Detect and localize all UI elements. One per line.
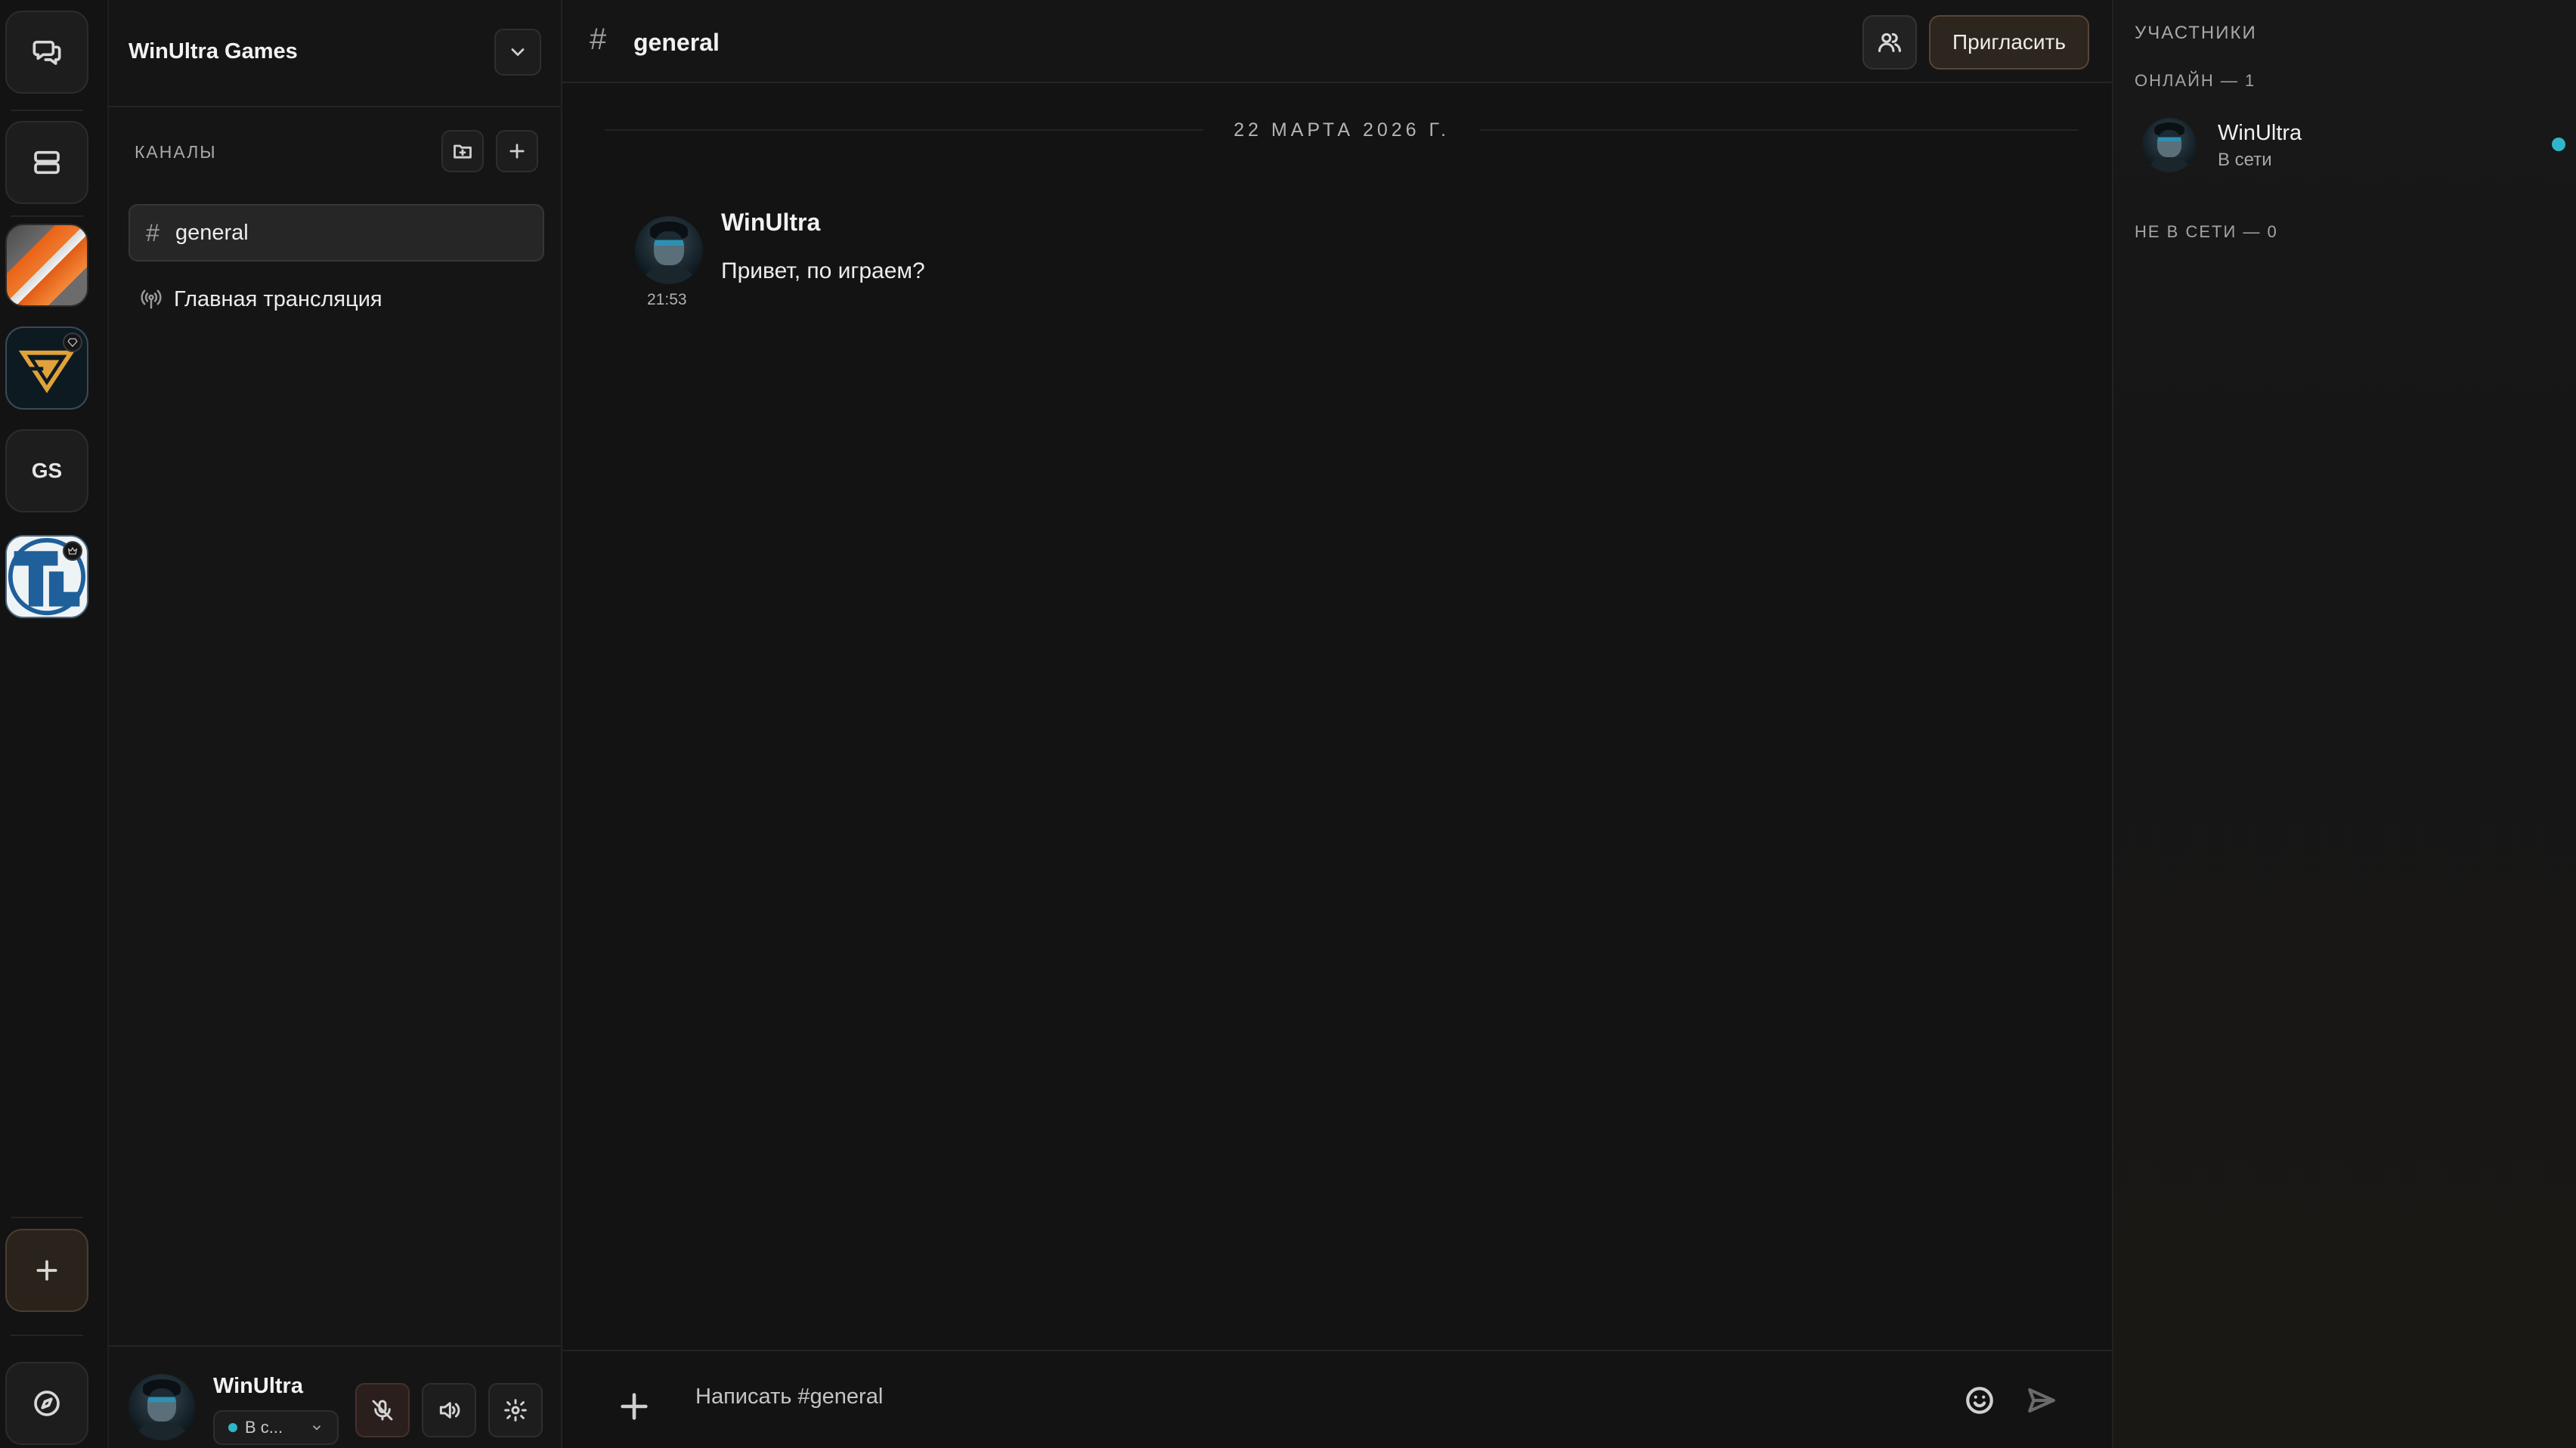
explore-button[interactable] [5,1362,88,1445]
app-window: GS WinUltra Games КАНАЛЫ # general Главн… [0,0,2576,1448]
plus-icon [36,1260,57,1281]
rail-divider [11,215,83,217]
emoji-button[interactable] [1964,1385,1995,1416]
compass-icon [34,1391,60,1416]
add-server-button[interactable] [5,1229,88,1312]
mic-off-icon [372,1400,393,1421]
send-button[interactable] [2026,1385,2057,1416]
server-list-icon [34,150,60,175]
members-panel: УЧАСТНИКИ ОНЛАЙН — 1 WinUltra В сети НЕ … [2112,0,2576,1448]
speaker-button[interactable] [422,1383,476,1437]
create-channel-button[interactable] [496,130,538,172]
folder-plus-icon [454,144,472,159]
users-icon [1878,32,1902,52]
send-icon [2028,1388,2055,1413]
date-label: 22 МАРТА 2026 Г. [1234,119,1450,141]
server-badge [63,541,82,561]
offline-group-label: НЕ В СЕТИ — 0 [2135,222,2278,241]
plus-icon [509,144,525,159]
direct-messages-button[interactable] [5,11,88,94]
rail-divider [11,1335,83,1336]
avatar[interactable] [128,1374,195,1440]
rail-divider [11,110,83,111]
chat-bubbles-icon [33,40,61,65]
crown-icon [67,546,78,555]
message-input[interactable] [695,1374,1754,1419]
mute-mic-button[interactable] [355,1383,410,1437]
rail-divider [11,1217,83,1218]
channel-item-general[interactable]: # general [128,204,544,261]
member-name: WinUltra [2218,121,2302,145]
broadcast-icon [141,289,162,309]
hash-icon: # [590,23,607,56]
online-status-dot [2552,138,2565,151]
channel-sidebar: WinUltra Games КАНАЛЫ # general Главная … [109,0,562,1448]
attach-button[interactable] [617,1389,652,1424]
server-badge [63,333,82,352]
server-icon-orange[interactable] [5,224,88,307]
chat-area: # general Пригласить 22 МАРТА 2026 Г. 21… [562,0,2112,1448]
server-rail: GS [0,0,109,1448]
server-initials: GS [31,459,63,482]
channel-label: Главная трансляция [174,286,382,311]
date-divider: 22 МАРТА 2026 Г. [605,115,2079,145]
server-header[interactable]: WinUltra Games [109,0,561,107]
members-title: УЧАСТНИКИ [2135,23,2257,43]
message-composer [562,1350,2112,1448]
speaker-icon [439,1402,460,1419]
online-status-dot [228,1423,237,1432]
avatar [2142,118,2197,172]
server-name: WinUltra Games [128,39,298,63]
message-author[interactable]: WinUltra [721,209,820,237]
chevron-down-icon [511,48,525,56]
create-category-button[interactable] [441,130,484,172]
message-timestamp: 21:53 [647,291,687,308]
online-group-label: ОНЛАЙН — 1 [2135,71,2256,90]
user-name: WinUltra [213,1374,303,1398]
server-list-button[interactable] [5,121,88,204]
diamond-icon [67,338,78,348]
invite-button[interactable]: Пригласить [1929,15,2089,70]
server-icon-gs[interactable]: GS [5,429,88,512]
user-panel: WinUltra В с... [109,1345,561,1448]
members-toggle-button[interactable] [1862,15,1917,70]
plus-icon [621,1393,648,1420]
smiley-icon [1966,1387,1993,1414]
status-selector[interactable]: В с... [213,1410,339,1445]
chat-header: # general Пригласить [562,0,2112,83]
member-status: В сети [2218,150,2272,170]
server-menu-button[interactable] [494,29,541,76]
channels-section-label: КАНАЛЫ [135,142,217,162]
settings-button[interactable] [488,1383,543,1437]
server-icon-blue[interactable] [5,535,88,618]
avatar[interactable] [635,216,703,284]
status-label: В с... [245,1418,283,1437]
message-text: Привет, по играем? [721,258,925,283]
server-icon-gold[interactable] [5,326,88,410]
chevron-down-icon [312,1425,321,1431]
channel-item-broadcast[interactable]: Главная трансляция [128,271,544,328]
gear-icon [504,1399,527,1422]
hash-icon: # [146,218,159,246]
channel-title: general [633,29,720,56]
channel-label: general [175,220,249,245]
